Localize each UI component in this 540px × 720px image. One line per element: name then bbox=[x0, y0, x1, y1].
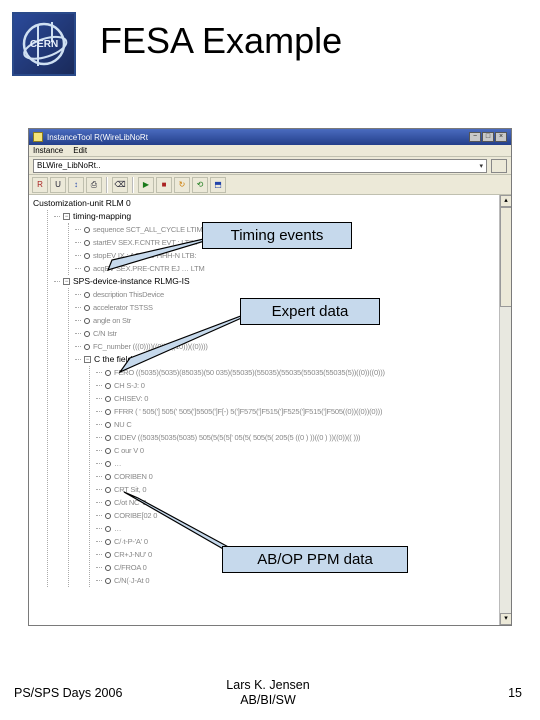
tree-item[interactable]: C our V 0 bbox=[96, 444, 495, 457]
window-titlebar: InstanceTool R(WireLibNoRt − □ × bbox=[29, 129, 511, 145]
callout-expert: Expert data bbox=[240, 298, 380, 325]
scroll-up-icon[interactable]: ▴ bbox=[500, 195, 512, 207]
window-app-icon bbox=[33, 132, 43, 142]
maximize-button[interactable]: □ bbox=[482, 132, 494, 142]
toolbar-btn-4[interactable]: ⎙ bbox=[86, 177, 102, 193]
footer-page-number: 15 bbox=[353, 686, 540, 700]
toolbar-btn-5[interactable]: ⌫ bbox=[112, 177, 128, 193]
device-combo-value: BLWire_LibNoRt.. bbox=[37, 161, 100, 170]
toolbar: R U ↕ ⎙ ⌫ ▶ ■ ↻ ⟲ ⬒ bbox=[29, 175, 511, 195]
tree-item[interactable]: CH S-J: 0 bbox=[96, 379, 495, 392]
scroll-thumb[interactable] bbox=[500, 207, 512, 307]
menu-edit[interactable]: Edit bbox=[73, 146, 87, 155]
minimize-button[interactable]: − bbox=[469, 132, 481, 142]
callout-arrow bbox=[98, 236, 208, 276]
slide-title: FESA Example bbox=[100, 20, 342, 62]
window-title-text: InstanceTool R(WireLibNoRt bbox=[47, 133, 469, 142]
toolbar-btn-7[interactable]: ■ bbox=[156, 177, 172, 193]
toolbar-btn-2[interactable]: U bbox=[50, 177, 66, 193]
footer-left: PS/SPS Days 2006 bbox=[0, 686, 183, 700]
toolbar-btn-9[interactable]: ⟲ bbox=[192, 177, 208, 193]
slide-footer: PS/SPS Days 2006 Lars K. Jensen AB/BI/SW… bbox=[0, 678, 540, 708]
tree-item[interactable]: FFRR ( ' 505('] 505(' 505(']5505(']F[-) … bbox=[96, 405, 495, 418]
tree-folder-instance[interactable]: − SPS-device-instance RLMG-IS bbox=[54, 275, 495, 288]
callout-arrow bbox=[112, 312, 246, 378]
callout-timing: Timing events bbox=[202, 222, 352, 249]
menu-bar: Instance Edit bbox=[29, 145, 511, 157]
chevron-down-icon: ▾ bbox=[479, 162, 483, 170]
callout-ppm: AB/OP PPM data bbox=[222, 546, 408, 573]
close-button[interactable]: × bbox=[495, 132, 507, 142]
menu-instance[interactable]: Instance bbox=[33, 146, 63, 155]
toolbar-btn-1[interactable]: R bbox=[32, 177, 48, 193]
vertical-scrollbar[interactable]: ▴ ▾ bbox=[499, 195, 511, 625]
toolbar-btn-3[interactable]: ↕ bbox=[68, 177, 84, 193]
scroll-down-icon[interactable]: ▾ bbox=[500, 613, 512, 625]
tree-item[interactable]: C/N(·J-At 0 bbox=[96, 574, 495, 587]
device-combo[interactable]: BLWire_LibNoRt.. ▾ bbox=[33, 159, 487, 173]
tree-root[interactable]: Customization-unit RLM 0 bbox=[33, 197, 495, 210]
callout-arrow bbox=[118, 488, 234, 556]
tree-item[interactable]: CIDEV ((5035(5035(5035) 505(5(5(5[' 05(5… bbox=[96, 431, 495, 444]
toolbar-btn-6[interactable]: ▶ bbox=[138, 177, 154, 193]
toolbar-btn-8[interactable]: ↻ bbox=[174, 177, 190, 193]
cern-logo: CERN bbox=[12, 12, 76, 76]
tree-item[interactable]: … bbox=[96, 457, 495, 470]
svg-text:CERN: CERN bbox=[30, 39, 58, 50]
tree-item[interactable]: NU C bbox=[96, 418, 495, 431]
footer-center: Lars K. Jensen AB/BI/SW bbox=[183, 678, 352, 708]
toolbar-btn-10[interactable]: ⬒ bbox=[210, 177, 226, 193]
combo-side-button[interactable] bbox=[491, 159, 507, 173]
tree-item[interactable]: CORIBEN 0 bbox=[96, 470, 495, 483]
tree-item[interactable]: CHISEV: 0 bbox=[96, 392, 495, 405]
